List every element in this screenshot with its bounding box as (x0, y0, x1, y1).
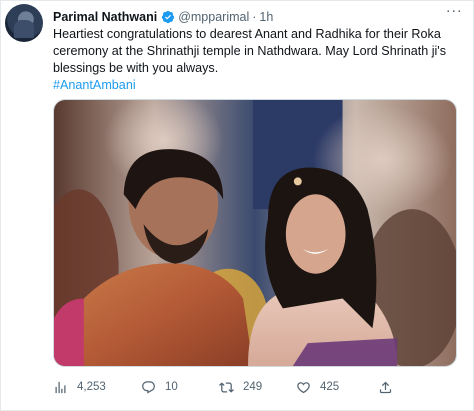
retweet-count: 249 (243, 381, 263, 393)
verified-badge-icon (162, 10, 175, 24)
tweet-text-line: Heartiest congratulations to dearest Ana… (53, 27, 441, 41)
photo-illustration (54, 100, 456, 366)
views-count: 4,253 (77, 381, 106, 393)
share-icon (379, 381, 392, 393)
tweet-actions: 4,253 10 249 425 (53, 375, 458, 399)
reply-button[interactable]: 10 (141, 375, 178, 399)
tweet-card[interactable]: Parimal Nathwani @mpparimal · 1h ··· Hea… (0, 0, 474, 411)
retweet-button[interactable]: 249 (219, 375, 262, 399)
tweet-text-line: blessings be with you always. (53, 61, 219, 75)
separator-dot: · (252, 10, 257, 24)
reply-icon (142, 380, 155, 394)
heart-icon (297, 381, 310, 393)
hashtag-link[interactable]: #AnantAmbani (53, 77, 458, 94)
views-button[interactable]: 4,253 (53, 375, 106, 399)
analytics-icon (55, 381, 66, 393)
retweet-icon (219, 381, 234, 393)
like-count: 425 (320, 381, 340, 393)
reply-count: 10 (165, 381, 178, 393)
avatar[interactable] (5, 4, 43, 42)
more-icon[interactable]: ··· (445, 3, 463, 21)
share-button[interactable] (378, 375, 402, 399)
author-handle[interactable]: @mpparimal (178, 10, 249, 24)
tweet-timestamp[interactable]: 1h (259, 10, 273, 24)
tweet-photo[interactable] (53, 99, 457, 367)
tweet-header: Parimal Nathwani @mpparimal · 1h (53, 9, 273, 25)
author-name[interactable]: Parimal Nathwani (53, 10, 157, 24)
like-button[interactable]: 425 (296, 375, 339, 399)
tweet-text: Heartiest congratulations to dearest Ana… (53, 26, 458, 94)
tweet-text-line: ceremony at the Shrinathji temple in Nat… (53, 44, 447, 58)
